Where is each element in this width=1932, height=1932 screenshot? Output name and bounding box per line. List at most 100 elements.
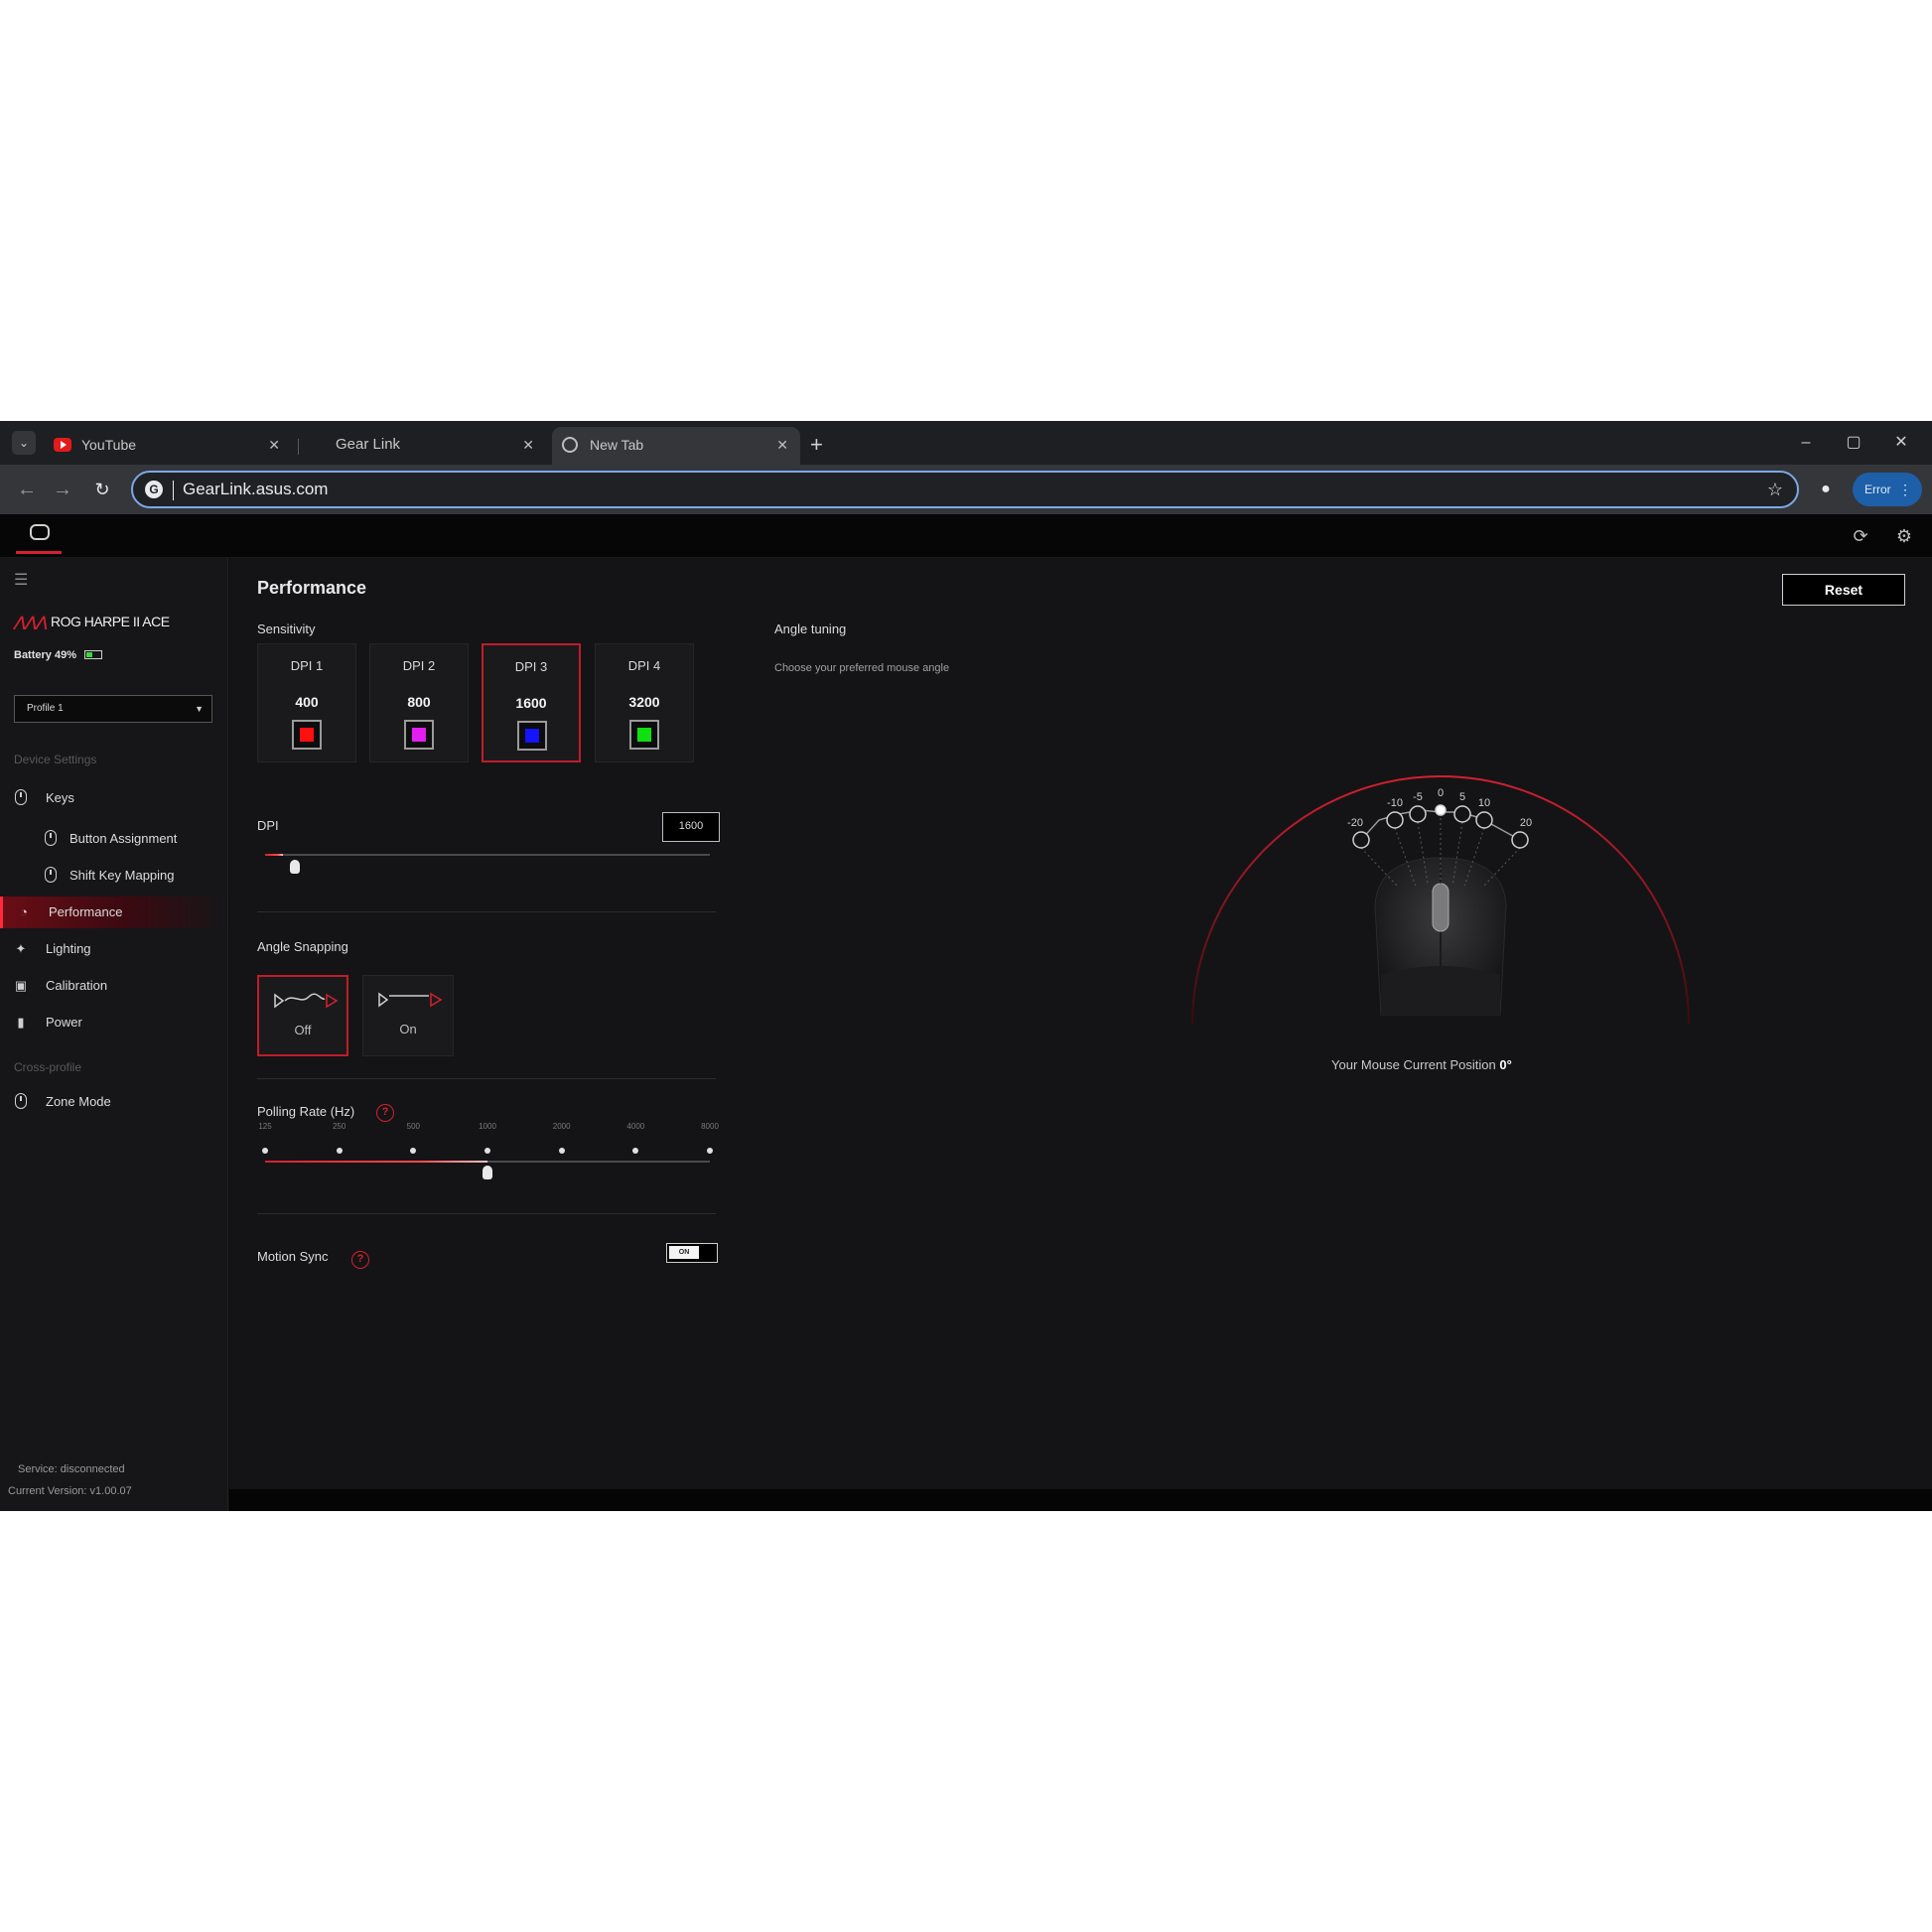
more-menu-icon[interactable]: ⋮ (1898, 473, 1912, 506)
angle-mark-0[interactable] (1435, 804, 1447, 816)
zone-mode-icon (14, 1093, 28, 1111)
profile-select[interactable]: Profile 1 ▼ (14, 695, 212, 723)
close-window-button[interactable]: ✕ (1886, 429, 1916, 457)
position-value: 0° (1499, 1057, 1512, 1072)
sensitivity-label: Sensitivity (257, 621, 316, 636)
tab-gear-link[interactable]: Gear Link ✕ (298, 427, 546, 465)
gamepad-icon[interactable] (16, 518, 62, 554)
profile-icon[interactable]: ● (1813, 477, 1839, 502)
color-swatch[interactable] (404, 720, 434, 750)
dpi-value-input[interactable]: 1600 (662, 812, 720, 842)
sidebar-item-power[interactable]: ▮ Power (0, 1007, 227, 1038)
sidebar-item-zone-mode[interactable]: Zone Mode (0, 1086, 227, 1118)
angle-mark-label: -10 (1387, 797, 1403, 809)
battery-icon (83, 650, 102, 659)
snapping-off-label: Off (294, 1023, 312, 1037)
rog-logo-icon: ⋀⋀⋀ (14, 614, 47, 629)
sidebar-item-shift-key-mapping[interactable]: Shift Key Mapping (0, 860, 227, 892)
calibration-icon: ▣ (14, 978, 28, 993)
hamburger-menu-icon[interactable]: ☰ (14, 570, 28, 590)
color-swatch-fill (525, 729, 539, 743)
back-icon[interactable]: ← (12, 475, 42, 504)
help-icon[interactable]: ? (351, 1251, 369, 1269)
tab-new-tab[interactable]: New Tab ✕ (552, 427, 800, 465)
polling-rate-tick[interactable] (707, 1148, 713, 1154)
help-icon[interactable]: ? (376, 1104, 394, 1122)
sidebar-item-label: Power (46, 1015, 82, 1030)
sidebar-item-lighting[interactable]: ✦ Lighting (0, 933, 227, 965)
polling-rate-tick[interactable] (632, 1148, 639, 1154)
close-icon[interactable]: ✕ (268, 427, 280, 463)
snapping-on-icon (378, 992, 443, 1008)
close-icon[interactable]: ✕ (776, 427, 788, 463)
angle-snapping-label: Angle Snapping (257, 939, 348, 954)
polling-rate-tick-label: 125 (258, 1122, 272, 1131)
sidebar-item-performance[interactable]: ◔ Performance (0, 897, 227, 928)
angle-snapping-on[interactable]: On (362, 975, 454, 1056)
sidebar-item-calibration[interactable]: ▣ Calibration (0, 970, 227, 1002)
text-caret (173, 481, 174, 500)
dpi-slider-thumb[interactable] (289, 860, 300, 874)
polling-rate-tick[interactable] (484, 1148, 490, 1154)
sidebar-item-label: Shift Key Mapping (69, 868, 175, 883)
divider (257, 1213, 716, 1214)
url-text[interactable]: GearLink.asus.com (183, 473, 328, 506)
angle-mark-20[interactable] (1511, 831, 1529, 849)
angle-mark--5[interactable] (1409, 805, 1427, 823)
tab-search-icon[interactable]: ⌄ (12, 431, 36, 455)
color-swatch[interactable] (517, 721, 547, 751)
sidebar-item-button-assignment[interactable]: Button Assignment (0, 823, 227, 855)
profile-select-value: Profile 1 (27, 703, 64, 714)
motion-sync-toggle[interactable]: ON (666, 1243, 718, 1263)
bookmark-star-icon[interactable]: ☆ (1767, 473, 1783, 506)
angle-mark-label: 5 (1459, 791, 1465, 803)
angle-mark-5[interactable] (1453, 805, 1471, 823)
sync-icon[interactable]: ⟳ (1847, 522, 1874, 550)
dpi-label: DPI (257, 818, 279, 833)
polling-rate-tick[interactable] (336, 1148, 343, 1154)
angle-tuning-label: Angle tuning (774, 621, 847, 636)
motion-sync-label: Motion Sync (257, 1249, 329, 1264)
error-button[interactable]: Error ⋮ (1853, 473, 1922, 506)
app-version: Current Version: v1.00.07 (8, 1485, 132, 1497)
address-bar[interactable]: G GearLink.asus.com ☆ (131, 471, 1799, 508)
angle-mark--20[interactable] (1352, 831, 1370, 849)
dpi-card-value: 3200 (628, 694, 660, 710)
tab-youtube[interactable]: YouTube ✕ (44, 427, 292, 465)
gear-icon[interactable]: ⚙ (1890, 522, 1918, 550)
minimize-button[interactable]: – (1791, 429, 1821, 457)
mouse-position-readout: Your Mouse Current Position 0° (1331, 1057, 1512, 1072)
dpi-slider-track[interactable] (265, 854, 710, 856)
dpi-card-label: DPI 3 (514, 659, 548, 674)
battery-label: Battery 49% (14, 649, 76, 661)
dpi-card-4[interactable]: DPI 4 3200 (595, 643, 694, 762)
battery-status: Battery 49% (14, 649, 102, 661)
polling-rate-tick-label: 250 (332, 1122, 346, 1131)
dpi-card-3[interactable]: DPI 3 1600 (482, 643, 581, 762)
reset-button[interactable]: Reset (1782, 574, 1905, 606)
polling-rate-tick[interactable] (558, 1148, 565, 1154)
sidebar-item-label: Lighting (46, 941, 91, 956)
polling-rate-label: Polling Rate (Hz) (257, 1104, 355, 1119)
maximize-button[interactable]: ▢ (1839, 429, 1868, 457)
main-bottom-bar (229, 1489, 1932, 1511)
dpi-card-1[interactable]: DPI 1 400 (257, 643, 356, 762)
close-icon[interactable]: ✕ (522, 427, 534, 463)
forward-icon[interactable]: → (48, 475, 77, 504)
mouse-illustration (1374, 857, 1507, 1016)
tab-label: YouTube (81, 437, 137, 453)
youtube-icon (54, 438, 71, 452)
angle-mark-10[interactable] (1475, 811, 1493, 829)
new-tab-button[interactable]: + (810, 427, 823, 463)
polling-rate-tick[interactable] (410, 1148, 417, 1154)
angle-mark--10[interactable] (1386, 811, 1404, 829)
polling-rate-tick-label: 500 (406, 1122, 421, 1131)
color-swatch[interactable] (292, 720, 322, 750)
polling-rate-tick[interactable] (262, 1148, 268, 1154)
polling-rate-thumb[interactable] (483, 1166, 492, 1179)
angle-snapping-off[interactable]: Off (257, 975, 348, 1056)
sidebar-item-keys[interactable]: Keys (0, 782, 227, 814)
reload-icon[interactable]: ↻ (87, 475, 117, 504)
color-swatch[interactable] (629, 720, 659, 750)
dpi-card-2[interactable]: DPI 2 800 (369, 643, 469, 762)
